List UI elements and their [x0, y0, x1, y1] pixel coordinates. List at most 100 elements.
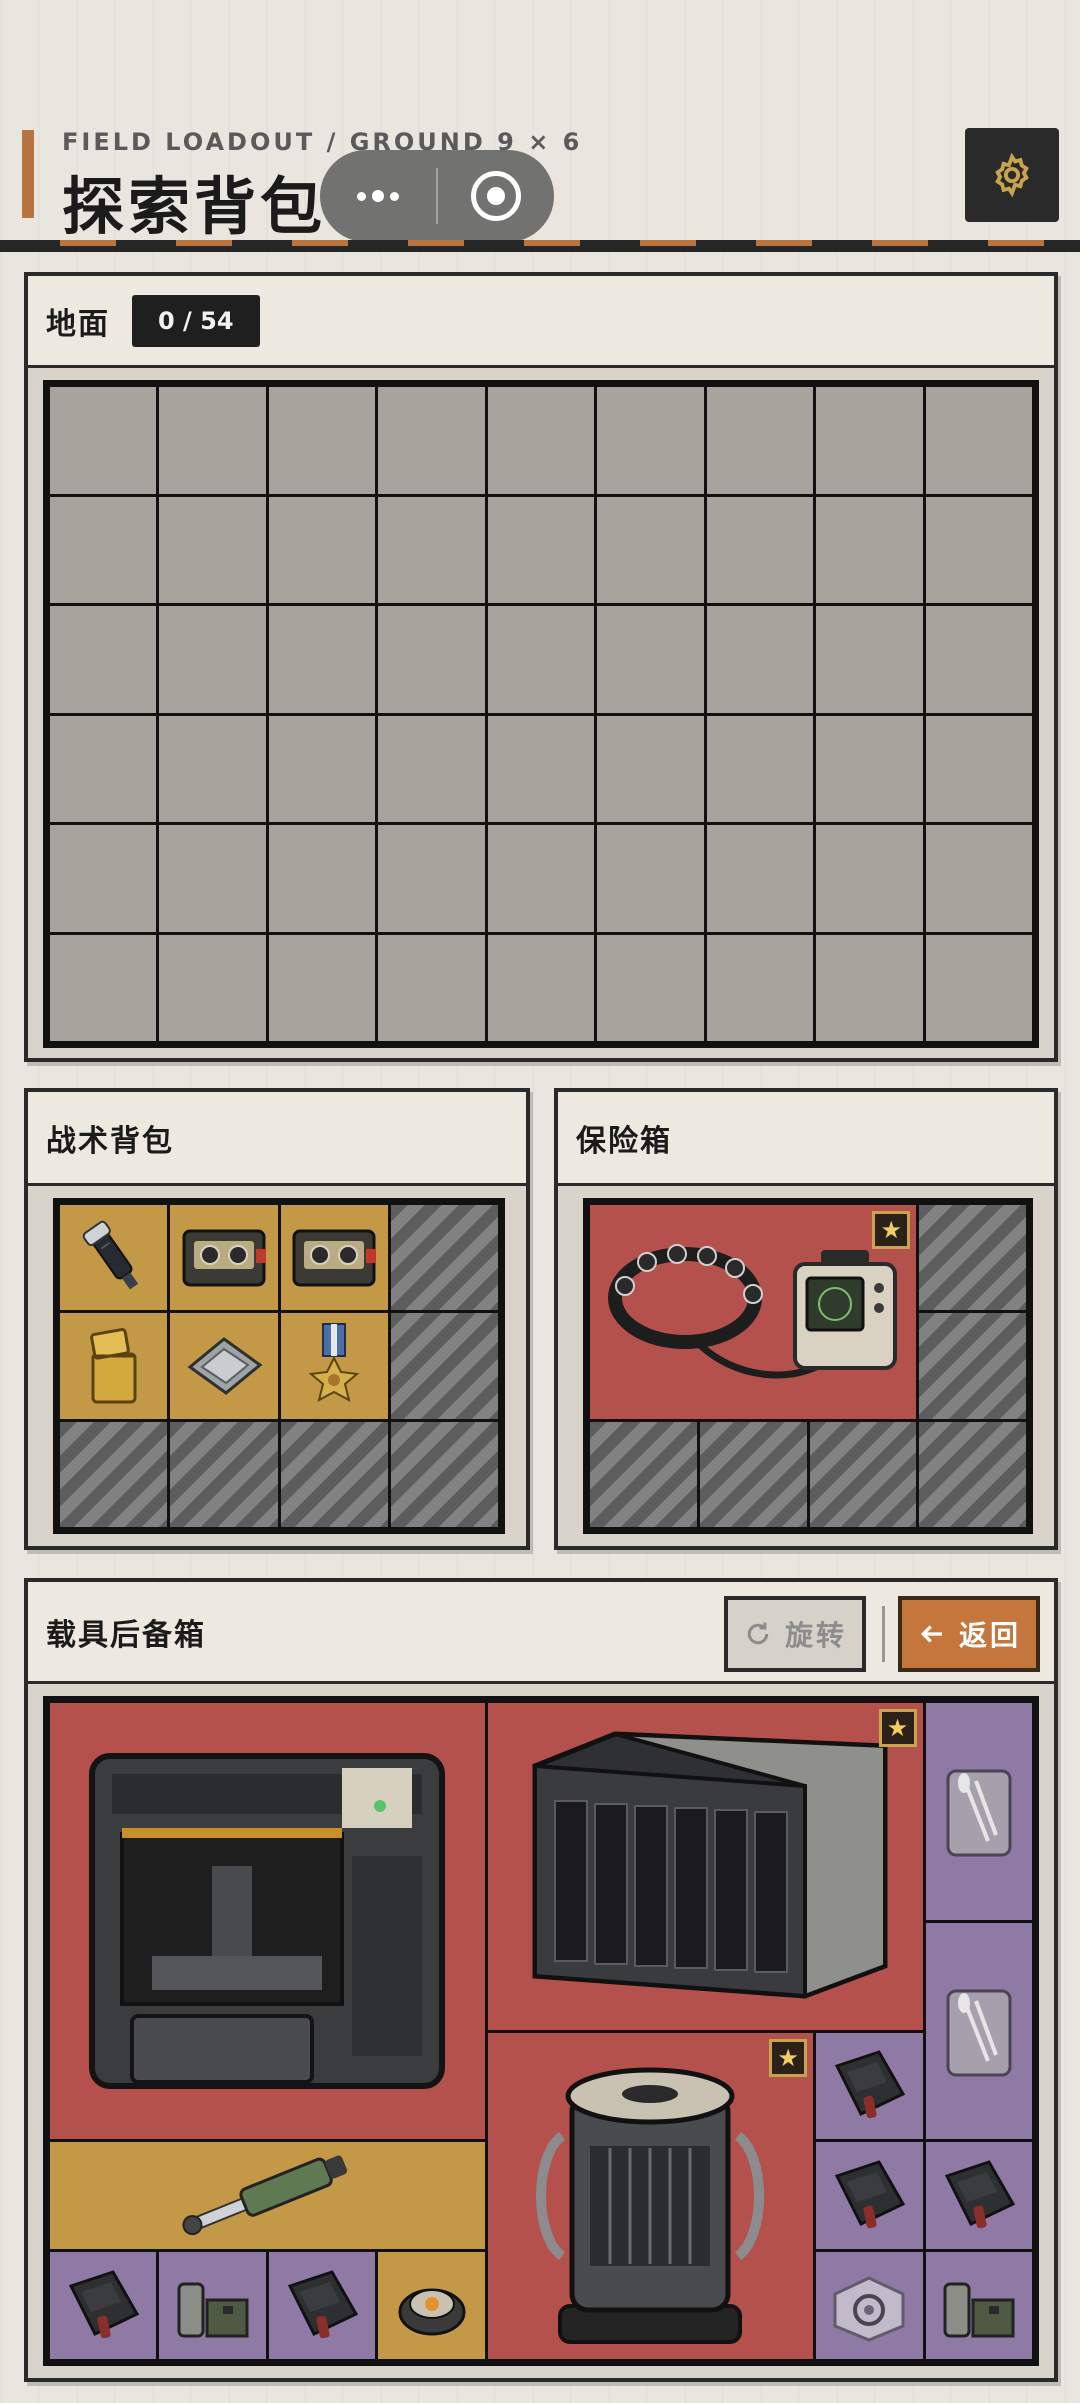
ground-slot[interactable] [925, 387, 1032, 494]
ground-slot[interactable] [706, 715, 814, 822]
trunk-slot-energy-core[interactable] [378, 2252, 485, 2359]
ground-slot[interactable] [816, 934, 923, 1041]
backpack-locked-slot [390, 1313, 498, 1419]
neural-headset-device-icon [608, 1243, 898, 1379]
ground-slot[interactable] [487, 825, 595, 932]
ground-slot[interactable] [487, 715, 595, 822]
ground-slot[interactable] [50, 387, 157, 494]
arrow-left-icon [920, 1625, 942, 1643]
ground-slot[interactable] [925, 934, 1032, 1041]
backpack-slot-flashlight[interactable] [60, 1205, 168, 1311]
ground-slot[interactable] [50, 715, 157, 822]
ground-slot[interactable] [487, 934, 595, 1041]
ground-slot[interactable] [50, 825, 157, 932]
ground-slot[interactable] [268, 606, 376, 713]
tactical-pouch-icon [835, 2050, 906, 2119]
ground-slot[interactable] [268, 496, 376, 603]
ground-slot[interactable] [378, 934, 485, 1041]
ground-slot[interactable] [268, 387, 376, 494]
ground-slot[interactable] [925, 715, 1032, 822]
trunk-slot-fabricator[interactable] [50, 1703, 485, 2140]
title-accent-bar [22, 130, 34, 218]
ground-slot[interactable] [50, 934, 157, 1041]
ground-slot[interactable] [50, 496, 157, 603]
safebox-locked-slot [590, 1421, 697, 1527]
ground-slot[interactable] [597, 934, 704, 1041]
close-mini-program-button[interactable] [438, 150, 554, 242]
ground-slot[interactable] [159, 934, 266, 1041]
ground-slot[interactable] [597, 387, 704, 494]
safebox-locked-slot [809, 1421, 917, 1527]
ground-slot[interactable] [50, 606, 157, 713]
ground-slot[interactable] [597, 496, 704, 603]
ground-slot[interactable] [159, 606, 266, 713]
ground-slot[interactable] [816, 825, 923, 932]
rotate-button[interactable]: 旋转 [724, 1596, 866, 1672]
ground-slot[interactable] [706, 825, 814, 932]
header: FIELD LOADOUT / GROUND 9 × 6 探索背包 [0, 0, 1080, 252]
trunk-slot-reactor[interactable]: ★ [487, 2032, 814, 2359]
ground-slot[interactable] [268, 934, 376, 1041]
trunk-slot-pouch-3[interactable] [925, 2142, 1032, 2250]
reactor-core-icon [536, 2067, 765, 2344]
tactical-pouch-icon [944, 2159, 1015, 2228]
vehicle-trunk-panel: 载具后备箱 旋转 返回 ★ ★ [24, 1578, 1058, 2382]
flashlight-icon [82, 1220, 138, 1290]
ground-slot[interactable] [378, 387, 485, 494]
trunk-slot-pouch-2[interactable] [816, 2142, 923, 2250]
backpack-slot-cassette-1[interactable] [170, 1205, 278, 1311]
ground-slot[interactable] [378, 496, 485, 603]
trunk-slot-pouch-1[interactable] [816, 2032, 923, 2140]
ground-slot[interactable] [159, 715, 266, 822]
backpack-slot-cassette-2[interactable] [280, 1205, 388, 1311]
back-button[interactable]: 返回 [898, 1596, 1040, 1672]
trunk-slot-server-rack[interactable]: ★ [487, 1703, 923, 2030]
ground-title: 地面 [46, 306, 110, 342]
trunk-slot-cutlery-1[interactable] [925, 1703, 1032, 1920]
ground-slot[interactable] [816, 387, 923, 494]
backpack-slot-medal[interactable] [280, 1313, 388, 1419]
ground-slot[interactable] [816, 606, 923, 713]
ground-slot[interactable] [378, 825, 485, 932]
more-button[interactable] [320, 150, 436, 242]
trunk-slot-canister-1[interactable] [159, 2252, 266, 2359]
ground-slot[interactable] [925, 496, 1032, 603]
ground-slot[interactable] [378, 715, 485, 822]
ground-slot[interactable] [706, 496, 814, 603]
trunk-slot-cutlery-2[interactable] [925, 1922, 1032, 2140]
settings-button[interactable] [965, 128, 1059, 222]
ground-slot[interactable] [706, 934, 814, 1041]
trunk-slot-pouch-5[interactable] [268, 2252, 376, 2359]
ground-slot[interactable] [925, 606, 1032, 713]
ground-slot[interactable] [378, 606, 485, 713]
ground-slot[interactable] [706, 606, 814, 713]
ground-slot[interactable] [816, 496, 923, 603]
ground-slot[interactable] [159, 387, 266, 494]
back-label: 返回 [958, 1619, 1021, 1652]
trunk-slot-pouch-4[interactable] [50, 2252, 157, 2359]
ground-grid [43, 380, 1039, 1048]
ground-slot[interactable] [597, 715, 704, 822]
rare-star-icon: ★ [872, 1211, 911, 1249]
ground-slot[interactable] [268, 825, 376, 932]
ground-slot[interactable] [268, 715, 376, 822]
ground-slot[interactable] [597, 606, 704, 713]
backpack-slot-cpu[interactable] [170, 1313, 278, 1419]
trunk-slot-bearing-case[interactable] [816, 2252, 923, 2359]
ground-slot[interactable] [487, 606, 595, 713]
ground-slot[interactable] [816, 715, 923, 822]
ground-slot[interactable] [706, 387, 814, 494]
ground-panel: 地面 0 / 54 [24, 272, 1058, 1062]
safebox-slot-neural-headset[interactable]: ★ [590, 1205, 917, 1419]
tactical-pouch-icon [835, 2159, 906, 2228]
ground-slot[interactable] [159, 825, 266, 932]
ground-slot[interactable] [925, 825, 1032, 932]
trunk-slot-hydraulic-cylinder[interactable] [50, 2142, 485, 2250]
trunk-slot-canister-2[interactable] [925, 2252, 1032, 2359]
tactical-pouch-icon [287, 2269, 359, 2338]
ground-slot[interactable] [159, 496, 266, 603]
backpack-slot-lighter[interactable] [60, 1313, 168, 1419]
ground-slot[interactable] [487, 387, 595, 494]
ground-slot[interactable] [487, 496, 595, 603]
ground-slot[interactable] [597, 825, 704, 932]
